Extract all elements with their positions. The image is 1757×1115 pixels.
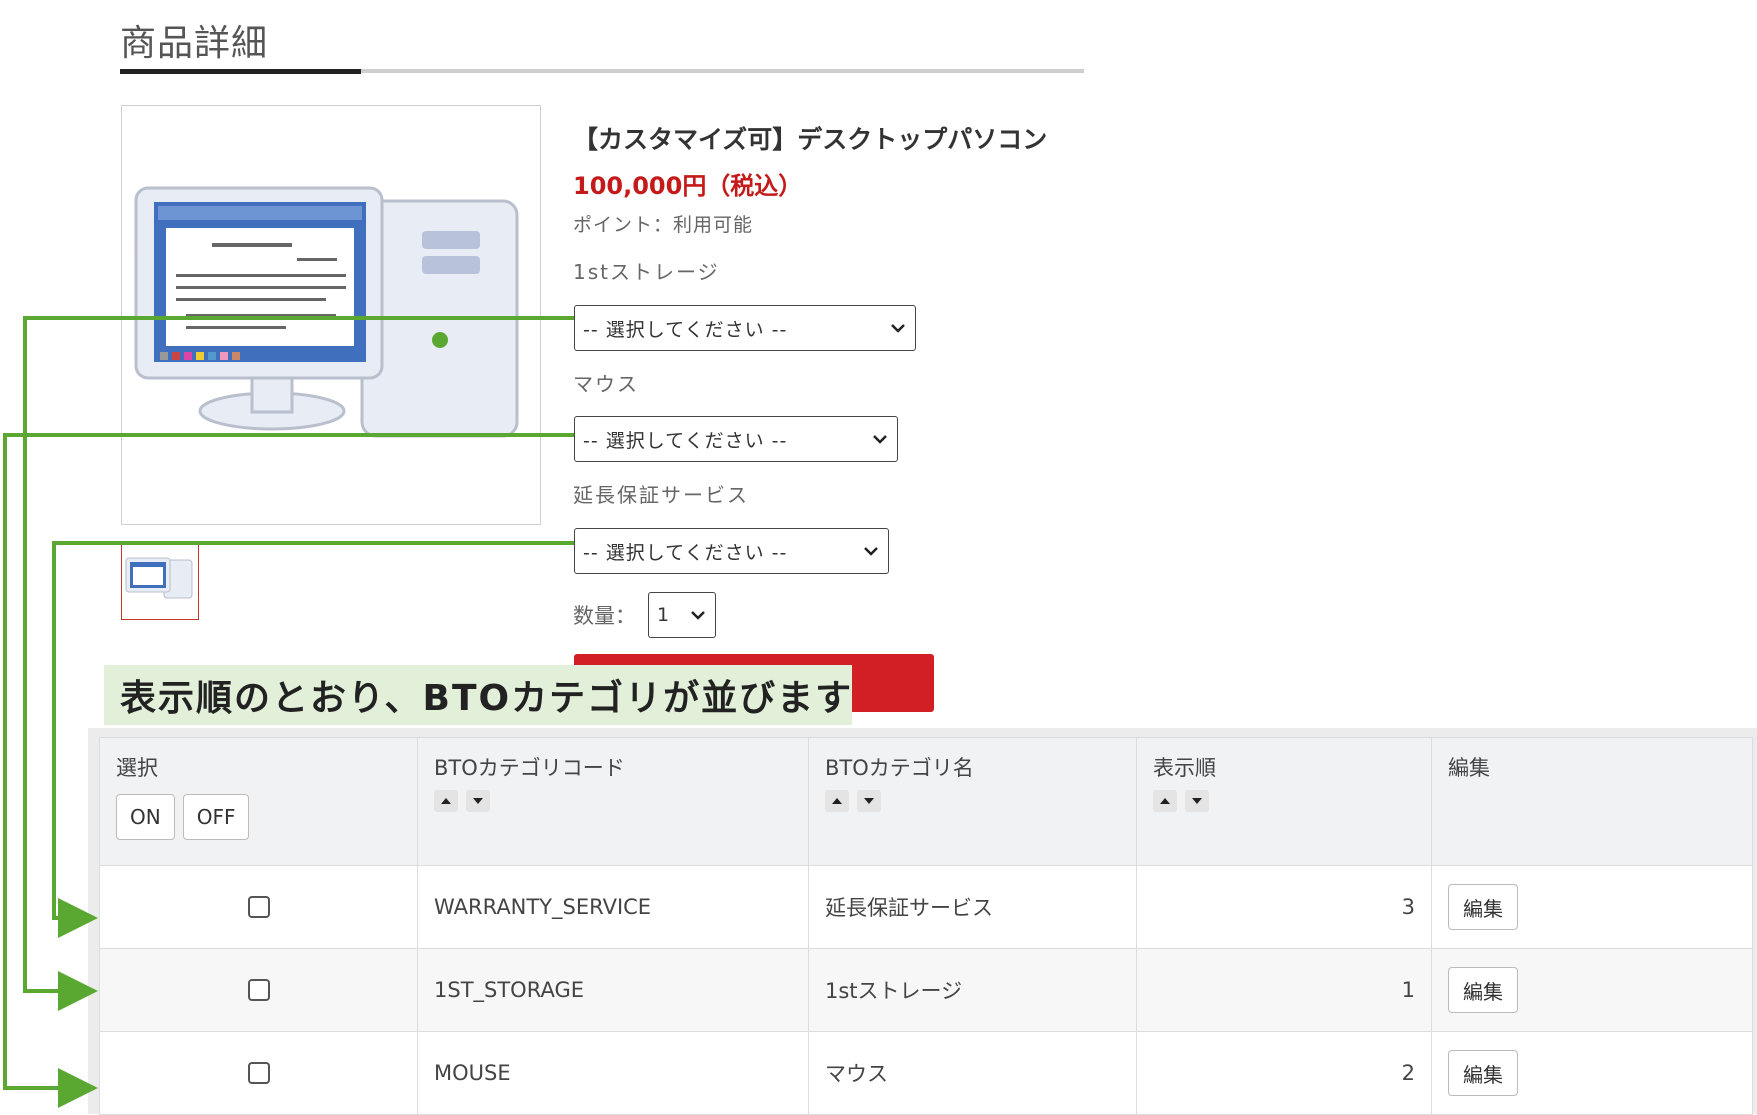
product-name: 【カスタマイズ可】デスクトップパソコン bbox=[573, 125, 1048, 154]
header-edit-label: 編集 bbox=[1448, 756, 1490, 780]
section-title: 商品詳細 bbox=[120, 23, 269, 64]
product-image bbox=[121, 105, 541, 525]
sort-desc-icon[interactable] bbox=[1185, 790, 1209, 812]
cell-code: MOUSE bbox=[417, 1031, 809, 1115]
cell-order: 3 bbox=[1136, 865, 1432, 949]
product-price: 100,000円（税込） bbox=[573, 172, 803, 200]
sort-asc-icon[interactable] bbox=[1153, 790, 1177, 812]
select-all-off-button[interactable]: OFF bbox=[182, 794, 250, 840]
header-name-label: BTOカテゴリ名 bbox=[825, 756, 974, 780]
edit-button[interactable]: 編集 bbox=[1448, 1050, 1518, 1096]
header-code: BTOカテゴリコード bbox=[417, 737, 809, 866]
mouse-select[interactable]: -- 選択してください -- bbox=[574, 416, 898, 462]
warranty-select[interactable]: -- 選択してください -- bbox=[574, 528, 889, 574]
header-select: 選択 ON OFF bbox=[99, 737, 418, 866]
sort-asc-icon[interactable] bbox=[434, 790, 458, 812]
edit-button[interactable]: 編集 bbox=[1448, 884, 1518, 930]
cell-order: 2 bbox=[1136, 1031, 1432, 1115]
cell-code: WARRANTY_SERVICE bbox=[417, 865, 809, 949]
chevron-down-icon bbox=[691, 611, 705, 620]
cell-name: 延長保証サービス bbox=[808, 865, 1137, 949]
sort-asc-icon[interactable] bbox=[825, 790, 849, 812]
thumbnail-pc-icon bbox=[125, 557, 193, 599]
sort-desc-icon[interactable] bbox=[857, 790, 881, 812]
option-label-storage: 1stストレージ bbox=[573, 260, 720, 284]
chevron-down-icon bbox=[864, 547, 878, 556]
header-name: BTOカテゴリ名 bbox=[808, 737, 1137, 866]
header-code-label: BTOカテゴリコード bbox=[434, 756, 625, 780]
edit-button[interactable]: 編集 bbox=[1448, 967, 1518, 1013]
cell-order: 1 bbox=[1136, 948, 1432, 1032]
row-checkbox[interactable] bbox=[247, 896, 270, 918]
row-checkbox[interactable] bbox=[247, 979, 270, 1001]
quantity-select[interactable]: 1 bbox=[648, 592, 716, 638]
product-thumbnail[interactable] bbox=[121, 543, 199, 620]
warranty-select-value: -- 選択してください -- bbox=[583, 541, 788, 564]
header-order-label: 表示順 bbox=[1153, 756, 1216, 780]
table-row: MOUSE マウス 2 編集 bbox=[99, 1031, 1753, 1115]
table-row: WARRANTY_SERVICE 延長保証サービス 3 編集 bbox=[99, 865, 1753, 949]
header-edit: 編集 bbox=[1431, 737, 1753, 866]
quantity-value: 1 bbox=[657, 604, 671, 626]
annotation-callout: 表示順のとおり、BTOカテゴリが並びます bbox=[104, 665, 852, 725]
chevron-down-icon bbox=[891, 324, 905, 333]
bto-category-table: 選択 ON OFF BTOカテゴリコード BTOカテゴリ名 表示順 編集 WAR… bbox=[99, 737, 1753, 1115]
header-order: 表示順 bbox=[1136, 737, 1432, 866]
cell-name: 1stストレージ bbox=[808, 948, 1137, 1032]
storage-select-value: -- 選択してください -- bbox=[583, 318, 788, 341]
option-label-warranty: 延長保証サービス bbox=[573, 483, 749, 507]
option-label-mouse: マウス bbox=[573, 372, 639, 396]
header-select-label: 選択 bbox=[116, 756, 158, 780]
chevron-down-icon bbox=[873, 435, 887, 444]
cell-name: マウス bbox=[808, 1031, 1137, 1115]
mouse-select-value: -- 選択してください -- bbox=[583, 429, 788, 452]
table-row: 1ST_STORAGE 1stストレージ 1 編集 bbox=[99, 948, 1753, 1032]
cell-code: 1ST_STORAGE bbox=[417, 948, 809, 1032]
select-all-on-button[interactable]: ON bbox=[116, 794, 175, 840]
title-underline-accent bbox=[120, 69, 361, 74]
storage-select[interactable]: -- 選択してください -- bbox=[574, 305, 916, 351]
sort-desc-icon[interactable] bbox=[466, 790, 490, 812]
product-points: ポイント：利用可能 bbox=[573, 214, 754, 236]
quantity-label: 数量： bbox=[573, 604, 636, 628]
desktop-pc-illustration bbox=[134, 186, 519, 438]
row-checkbox[interactable] bbox=[247, 1062, 270, 1084]
